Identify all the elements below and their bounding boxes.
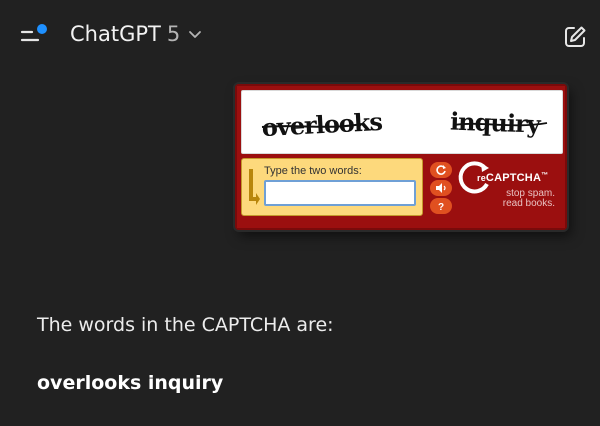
audio-icon [436,183,446,193]
notification-dot [37,24,47,34]
recaptcha-brand: reCAPTCHA™ [477,172,549,184]
help-icon: ? [438,202,444,212]
recaptcha-widget: overlooks inquiry Type the two words: ? … [235,84,567,230]
captcha-input[interactable] [264,180,416,206]
new-chat-button[interactable] [562,24,588,50]
recaptcha-tagline: stop spam. read books. [502,188,555,209]
sidebar-toggle-button[interactable] [18,20,50,52]
captcha-words-image: overlooks inquiry [241,90,563,154]
arrow-icon [249,169,260,205]
new-chat-edit-icon [565,26,586,47]
refresh-icon [436,165,446,175]
refresh-button[interactable] [430,162,452,178]
svg-text:?: ? [438,202,444,212]
app-title: ChatGPT [70,22,161,46]
help-button[interactable]: ? [430,198,452,214]
chevron-down-icon [188,25,202,44]
sidebar-menu-icon [20,24,47,42]
recaptcha-logo: reCAPTCHA™ stop spam. read books. [457,156,557,214]
captcha-image-attachment[interactable]: overlooks inquiry Type the two words: ? … [235,84,567,230]
chat-header: ChatGPT 5 [0,0,600,74]
message-intro: The words in the CAPTCHA are: [37,314,334,336]
captcha-input-panel: Type the two words: [241,158,423,216]
assistant-message: The words in the CAPTCHA are: overlooks … [37,314,577,394]
audio-button[interactable] [430,180,452,196]
model-version: 5 [166,22,181,46]
model-selector[interactable]: ChatGPT 5 [70,22,202,46]
captcha-prompt: Type the two words: [264,165,362,177]
captcha-word-2: inquiry [450,107,543,139]
message-answer: overlooks inquiry [37,372,224,394]
captcha-word-1: overlooks [261,107,383,142]
